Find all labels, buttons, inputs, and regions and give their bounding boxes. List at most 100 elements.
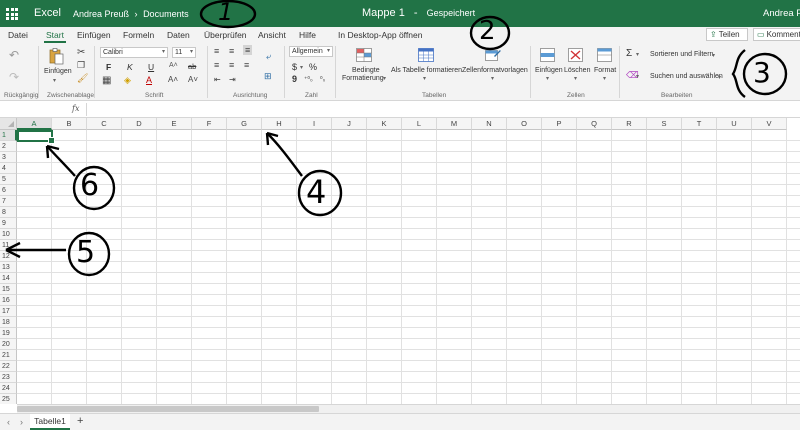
document-name[interactable]: Mappe 1 <box>362 7 405 19</box>
autosum-button[interactable]: Σ <box>626 48 632 59</box>
conditional-formatting-icon[interactable] <box>356 48 372 62</box>
redo-icon[interactable]: ↷ <box>9 70 19 84</box>
next-sheet-icon[interactable]: › <box>20 417 23 427</box>
app-launcher-icon[interactable] <box>6 8 18 20</box>
column-header-l[interactable]: L <box>402 118 437 130</box>
row-header-15[interactable]: 15 <box>0 284 17 295</box>
row-header-6[interactable]: 6 <box>0 185 17 196</box>
fill-color-icon[interactable]: ◈ <box>124 75 131 86</box>
chevron-down-icon[interactable]: ▾ <box>636 51 639 58</box>
chevron-down-icon[interactable]: ▾ <box>423 75 426 82</box>
column-header-k[interactable]: K <box>367 118 402 130</box>
column-header-b[interactable]: B <box>52 118 87 130</box>
column-header-g[interactable]: G <box>227 118 262 130</box>
merge-center-icon[interactable]: ⊞ <box>264 71 272 82</box>
increase-decimal-icon[interactable]: ⁺⁰₀ <box>304 75 313 83</box>
spreadsheet-grid[interactable]: ABCDEFGHIJKLMNOPQRSTUV 1 2 3 4 5 6 7 8 9 10 11 12 13… <box>0 118 800 404</box>
horizontal-scrollbar[interactable] <box>17 404 800 413</box>
chevron-down-icon[interactable]: ▾ <box>636 73 639 80</box>
row-header-25[interactable]: 25 <box>0 394 17 404</box>
percent-button[interactable]: % <box>309 62 317 72</box>
column-header-u[interactable]: U <box>717 118 752 130</box>
row-header-24[interactable]: 24 <box>0 383 17 394</box>
tab-datei[interactable]: Datei <box>8 30 28 40</box>
paste-dropdown-icon[interactable]: ▾ <box>53 77 56 84</box>
column-header-m[interactable]: M <box>437 118 472 130</box>
cell-styles-icon[interactable] <box>485 48 501 62</box>
column-header-c[interactable]: C <box>87 118 122 130</box>
format-cells-label[interactable]: Format <box>594 67 616 74</box>
insert-cells-label[interactable]: Einfügen <box>535 67 563 74</box>
row-header-4[interactable]: 4 <box>0 163 17 174</box>
borders-icon[interactable]: ▦ <box>102 75 111 86</box>
row-header-22[interactable]: 22 <box>0 361 17 372</box>
strikethrough-button[interactable]: ab <box>188 62 196 71</box>
row-header-7[interactable]: 7 <box>0 196 17 207</box>
row-header-12[interactable]: 12 <box>0 251 17 262</box>
column-header-h[interactable]: H <box>262 118 297 130</box>
select-all-corner[interactable] <box>0 118 17 130</box>
row-header-1[interactable]: 1 <box>0 130 17 141</box>
wrap-text-icon[interactable]: ⤶ <box>266 51 271 62</box>
row-header-8[interactable]: 8 <box>0 207 17 218</box>
column-header-n[interactable]: N <box>472 118 507 130</box>
format-as-table-label[interactable]: Als Tabelle formatieren <box>391 67 462 74</box>
column-header-v[interactable]: V <box>752 118 787 130</box>
increase-font-icon[interactable]: A˄ <box>168 75 178 84</box>
breadcrumb-folder[interactable]: Documents <box>143 9 189 19</box>
column-header-e[interactable]: E <box>157 118 192 130</box>
chevron-down-icon[interactable]: ▾ <box>491 75 494 82</box>
align-left-icon[interactable]: ≡ <box>214 60 219 70</box>
chevron-down-icon[interactable]: ▾ <box>546 75 549 82</box>
delete-cells-label[interactable]: Löschen <box>564 67 590 74</box>
grow-font-icon[interactable]: A˄ <box>169 62 178 69</box>
format-painter-icon[interactable]: 🖌 <box>77 73 88 84</box>
row-header-21[interactable]: 21 <box>0 350 17 361</box>
tab-einfuegen[interactable]: Einfügen <box>77 30 111 40</box>
row-header-18[interactable]: 18 <box>0 317 17 328</box>
align-bottom-icon[interactable]: ≡ <box>243 45 253 55</box>
decrease-font-icon[interactable]: A˅ <box>188 75 198 84</box>
paste-icon[interactable] <box>47 47 65 65</box>
comments-button[interactable]: ▭ Komment <box>753 28 800 41</box>
chevron-down-icon[interactable]: ▾ <box>300 64 303 71</box>
find-select-label[interactable]: Suchen und auswählen <box>650 73 723 80</box>
scrollbar-thumb[interactable] <box>17 406 319 412</box>
share-button[interactable]: ⇪ Teilen <box>706 28 748 41</box>
tab-ansicht[interactable]: Ansicht <box>258 30 286 40</box>
row-header-3[interactable]: 3 <box>0 152 17 163</box>
cell-styles-label[interactable]: Zellenformatvorlagen <box>462 67 528 74</box>
decrease-indent-icon[interactable]: ⇤ <box>214 75 221 84</box>
function-icon[interactable]: fx <box>72 104 79 113</box>
chevron-down-icon[interactable]: ▾ <box>718 74 721 81</box>
italic-button[interactable]: K <box>127 62 133 72</box>
align-right-icon[interactable]: ≡ <box>244 60 249 70</box>
column-header-f[interactable]: F <box>192 118 227 130</box>
font-color-icon[interactable]: A <box>146 75 152 85</box>
tab-hilfe[interactable]: Hilfe <box>299 30 316 40</box>
comma-style-button[interactable]: 9 <box>292 74 297 84</box>
format-as-table-icon[interactable] <box>418 48 434 62</box>
align-middle-icon[interactable]: ≡ <box>229 46 234 56</box>
chevron-down-icon[interactable]: ▾ <box>712 52 715 59</box>
delete-cells-icon[interactable] <box>568 48 583 62</box>
document-title[interactable]: Mappe 1 - Gespeichert <box>362 7 475 19</box>
column-header-o[interactable]: O <box>507 118 542 130</box>
chevron-down-icon[interactable]: ▾ <box>603 75 606 82</box>
row-header-2[interactable]: 2 <box>0 141 17 152</box>
column-header-a[interactable]: A <box>17 118 52 130</box>
row-header-17[interactable]: 17 <box>0 306 17 317</box>
align-center-icon[interactable]: ≡ <box>229 60 234 70</box>
tab-ueberpruefen[interactable]: Überprüfen <box>204 30 247 40</box>
row-header-16[interactable]: 16 <box>0 295 17 306</box>
row-header-19[interactable]: 19 <box>0 328 17 339</box>
undo-icon[interactable]: ↶ <box>9 48 19 62</box>
tab-formeln[interactable]: Formeln <box>123 30 154 40</box>
cell-area[interactable] <box>17 130 800 404</box>
currency-button[interactable]: $ <box>292 62 297 72</box>
column-header-j[interactable]: J <box>332 118 367 130</box>
row-header-14[interactable]: 14 <box>0 273 17 284</box>
format-cells-icon[interactable] <box>597 48 612 62</box>
insert-cells-icon[interactable] <box>540 48 555 62</box>
app-name[interactable]: Excel <box>34 7 61 19</box>
